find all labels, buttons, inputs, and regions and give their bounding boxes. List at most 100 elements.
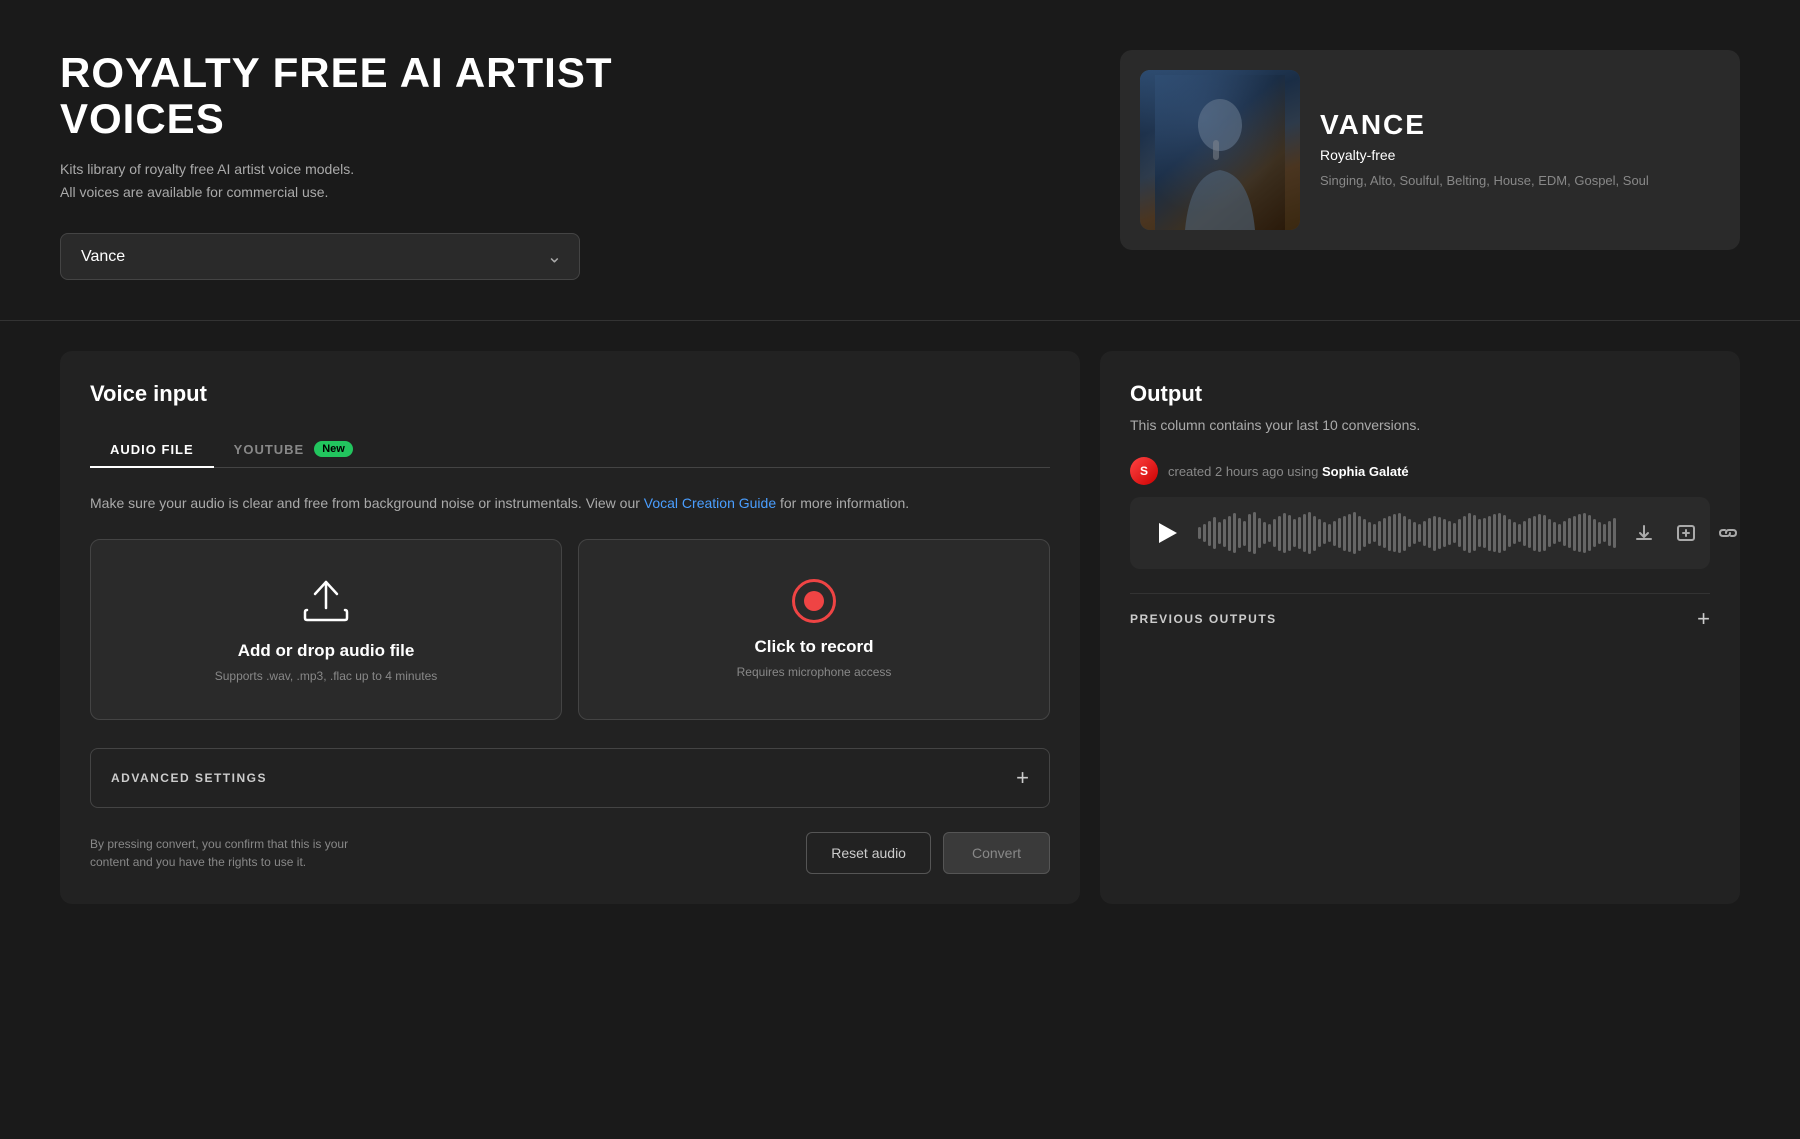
waveform-bar <box>1478 519 1481 547</box>
waveform-bar <box>1603 524 1606 542</box>
waveform-bar <box>1273 519 1276 547</box>
waveform-bar <box>1328 524 1331 542</box>
waveform-bar <box>1388 516 1391 551</box>
convert-button[interactable]: Convert <box>943 832 1050 874</box>
audio-instructions: Make sure your audio is clear and free f… <box>90 492 1050 514</box>
waveform-bar <box>1338 518 1341 548</box>
waveform-bar <box>1608 521 1611 546</box>
record-box-subtitle: Requires microphone access <box>737 665 892 679</box>
waveform-bar <box>1468 513 1471 553</box>
reset-audio-button[interactable]: Reset audio <box>806 832 931 874</box>
advanced-settings[interactable]: ADVANCED SETTINGS + <box>90 748 1050 808</box>
waveform-actions <box>1630 519 1742 547</box>
waveform-bar <box>1458 519 1461 547</box>
time-text: created 2 hours ago using <box>1168 464 1318 479</box>
avatar: S <box>1130 457 1158 485</box>
waveform-player <box>1130 497 1710 569</box>
top-section: ROYALTY FREE AI ARTIST VOICES Kits libra… <box>0 0 1800 320</box>
waveform-bar <box>1198 527 1201 539</box>
waveform-bar <box>1578 514 1581 552</box>
waveform-bar <box>1323 522 1326 544</box>
waveform-bar <box>1498 513 1501 553</box>
page-title: ROYALTY FREE AI ARTIST VOICES <box>60 50 660 142</box>
waveform-bar <box>1203 524 1206 542</box>
add-playlist-icon <box>1676 523 1696 543</box>
waveform-bar <box>1443 519 1446 547</box>
waveform-bar <box>1318 519 1321 547</box>
artist-name: VANCE <box>1320 109 1720 141</box>
waveform-bar <box>1538 514 1541 552</box>
waveform-bar <box>1438 517 1441 549</box>
waveform-bar <box>1308 512 1311 554</box>
waveform-bar <box>1228 516 1231 551</box>
advanced-settings-plus-icon: + <box>1016 765 1029 791</box>
waveform-bar <box>1413 522 1416 544</box>
main-content: Voice input AUDIO FILE YOUTUBE New Make … <box>0 321 1800 933</box>
waveform-bar <box>1543 515 1546 551</box>
waveform-bar <box>1288 515 1291 551</box>
waveform-bar <box>1208 521 1211 546</box>
waveform-bar <box>1428 518 1431 548</box>
share-button[interactable] <box>1714 519 1742 547</box>
waveform-bar <box>1238 518 1241 548</box>
download-button[interactable] <box>1630 519 1658 547</box>
upload-box[interactable]: Add or drop audio file Supports .wav, .m… <box>90 539 562 720</box>
record-box[interactable]: Click to record Requires microphone acce… <box>578 539 1050 720</box>
conversion-artist-name: Sophia Galaté <box>1322 464 1409 479</box>
waveform-bar <box>1368 522 1371 544</box>
waveform-bar <box>1278 516 1281 551</box>
new-badge: New <box>314 441 353 457</box>
artist-card: VANCE Royalty-free Singing, Alto, Soulfu… <box>1120 50 1740 250</box>
waveform-bar <box>1248 514 1251 552</box>
waveform-bar <box>1223 519 1226 547</box>
instructions-suffix: for more information. <box>780 495 909 511</box>
download-icon <box>1634 523 1654 543</box>
waveform-bar <box>1333 521 1336 546</box>
waveform-bar <box>1613 518 1616 548</box>
conversion-time: created 2 hours ago using Sophia Galaté <box>1168 464 1409 479</box>
record-dot <box>804 591 824 611</box>
output-title: Output <box>1130 381 1710 407</box>
waveform-bar <box>1218 522 1221 544</box>
waveform-bar <box>1433 516 1436 551</box>
waveform-bar <box>1293 519 1296 547</box>
artist-image-placeholder <box>1140 70 1300 230</box>
panel-footer: By pressing convert, you confirm that th… <box>90 832 1050 874</box>
upload-box-title: Add or drop audio file <box>238 641 415 661</box>
description-line1: Kits library of royalty free AI artist v… <box>60 161 354 177</box>
conversion-item: S created 2 hours ago using Sophia Galat… <box>1130 457 1710 569</box>
waveform-bar <box>1253 512 1256 554</box>
waveform-bar <box>1303 514 1306 552</box>
waveform-bar <box>1583 513 1586 553</box>
output-panel: Output This column contains your last 10… <box>1100 351 1740 903</box>
upload-icon-wrapper <box>301 576 351 627</box>
waveform-bar <box>1453 523 1456 543</box>
artist-royalty-label: Royalty-free <box>1320 147 1720 163</box>
tab-audio-file[interactable]: AUDIO FILE <box>90 431 214 467</box>
waveform-bar <box>1313 516 1316 551</box>
add-to-playlist-button[interactable] <box>1672 519 1700 547</box>
waveform-bar <box>1523 521 1526 546</box>
waveform-bar <box>1418 524 1421 542</box>
artist-image <box>1140 70 1300 230</box>
waveform-bar <box>1233 513 1236 553</box>
waveform-bar <box>1283 513 1286 553</box>
voice-input-panel: Voice input AUDIO FILE YOUTUBE New Make … <box>60 351 1080 903</box>
waveform-bar <box>1503 515 1506 551</box>
waveform-bar <box>1408 519 1411 547</box>
input-boxes: Add or drop audio file Supports .wav, .m… <box>90 539 1050 720</box>
waveform-bar <box>1588 515 1591 551</box>
vocal-creation-guide-link[interactable]: Vocal Creation Guide <box>644 495 776 511</box>
waveform-bar <box>1343 516 1346 551</box>
waveform-bar <box>1508 519 1511 547</box>
waveform-bar <box>1598 522 1601 544</box>
play-button[interactable] <box>1148 515 1184 551</box>
waveform-bar <box>1258 518 1261 548</box>
voice-select[interactable]: Vance <box>60 233 580 280</box>
previous-outputs[interactable]: PREVIOUS OUTPUTS + <box>1130 593 1710 644</box>
waveform-bar <box>1213 517 1216 549</box>
waveform-bar <box>1398 513 1401 553</box>
waveform-bar <box>1513 522 1516 544</box>
waveform-bar <box>1518 524 1521 542</box>
tab-youtube[interactable]: YOUTUBE New <box>214 431 373 467</box>
